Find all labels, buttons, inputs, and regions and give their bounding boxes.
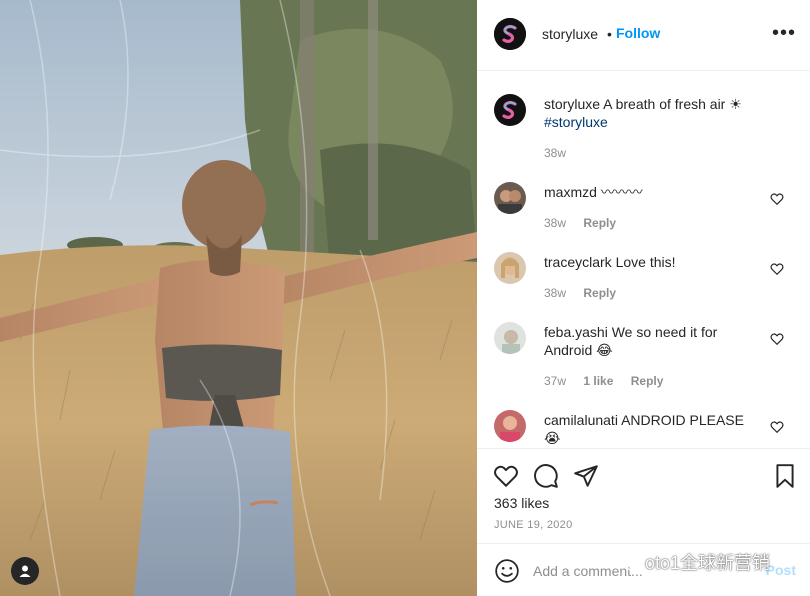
likes-count[interactable]: 363 likes <box>494 495 549 511</box>
comment-heart-icon[interactable] <box>770 262 784 276</box>
paper-plane-icon[interactable] <box>573 463 599 489</box>
comment-body: Love this! <box>615 254 676 270</box>
more-options-button[interactable]: ••• <box>772 23 796 43</box>
comment-text: traceyclark Love this! <box>544 253 759 271</box>
bookmark-icon[interactable] <box>772 463 798 489</box>
comment-meta: 38w Reply <box>544 216 630 230</box>
comment-username[interactable]: maxmzd <box>544 184 597 200</box>
comment-meta: 38w Reply <box>544 286 630 300</box>
caption-age[interactable]: 38w <box>544 146 566 160</box>
reply-button[interactable]: Reply <box>583 216 616 230</box>
post-comment-button[interactable]: Post <box>766 562 796 578</box>
reply-button[interactable]: Reply <box>583 286 616 300</box>
comment-meta: 37w 1 like Reply <box>544 374 677 388</box>
post-photo[interactable] <box>0 0 477 596</box>
caption-meta: 38w <box>544 146 580 160</box>
comment-input[interactable] <box>533 560 753 582</box>
comment-username[interactable]: camilalunati <box>544 412 618 428</box>
storyluxe-logo-icon[interactable] <box>494 94 526 126</box>
heart-icon[interactable] <box>493 463 519 489</box>
header-separator: • <box>607 26 612 42</box>
user-tag-icon[interactable] <box>11 557 39 585</box>
comment-text: camilalunati ANDROID PLEASE 😭 <box>544 411 759 447</box>
avatar[interactable] <box>494 252 526 284</box>
avatar[interactable] <box>494 182 526 214</box>
caption-username[interactable]: storyluxe <box>544 96 600 112</box>
smiley-icon[interactable] <box>494 558 520 584</box>
comments-list[interactable]: storyluxe A breath of fresh air ☀ #story… <box>477 72 810 448</box>
comment-like-count[interactable]: 1 like <box>583 374 613 388</box>
comment-age[interactable]: 38w <box>544 286 566 300</box>
comment-username[interactable]: feba.yashi <box>544 324 608 340</box>
post-header: storyluxe • Follow ••• <box>477 0 810 71</box>
comment-text: feba.yashi We so need it for Android 😂 <box>544 323 759 359</box>
comment-age[interactable]: 37w <box>544 374 566 388</box>
comment-heart-icon[interactable] <box>770 420 784 434</box>
avatar[interactable] <box>494 322 526 354</box>
post-image <box>0 0 477 596</box>
comment-icon[interactable] <box>533 463 559 489</box>
avatar[interactable] <box>494 410 526 442</box>
post-actions: 363 likes JUNE 19, 2020 <box>477 448 810 543</box>
post-date[interactable]: JUNE 19, 2020 <box>494 519 573 531</box>
reply-button[interactable]: Reply <box>631 374 664 388</box>
comment-text: maxmzd 〰〰〰 <box>544 183 759 201</box>
comment-body: 〰〰〰 <box>600 184 643 200</box>
comment-heart-icon[interactable] <box>770 332 784 346</box>
header-username[interactable]: storyluxe <box>542 26 598 42</box>
caption-hashtag[interactable]: #storyluxe <box>544 114 608 130</box>
post-details-panel: storyluxe • Follow ••• storyluxe A breat… <box>477 0 810 596</box>
caption-text: storyluxe A breath of fresh air ☀ #story… <box>544 95 759 131</box>
caption-body: A breath of fresh air ☀ <box>603 96 742 112</box>
storyluxe-logo-icon[interactable] <box>494 18 526 50</box>
comment-heart-icon[interactable] <box>770 192 784 206</box>
comment-age[interactable]: 38w <box>544 216 566 230</box>
comment-username[interactable]: traceyclark <box>544 254 612 270</box>
follow-button[interactable]: Follow <box>616 25 660 41</box>
add-comment-bar: Post <box>477 543 810 596</box>
